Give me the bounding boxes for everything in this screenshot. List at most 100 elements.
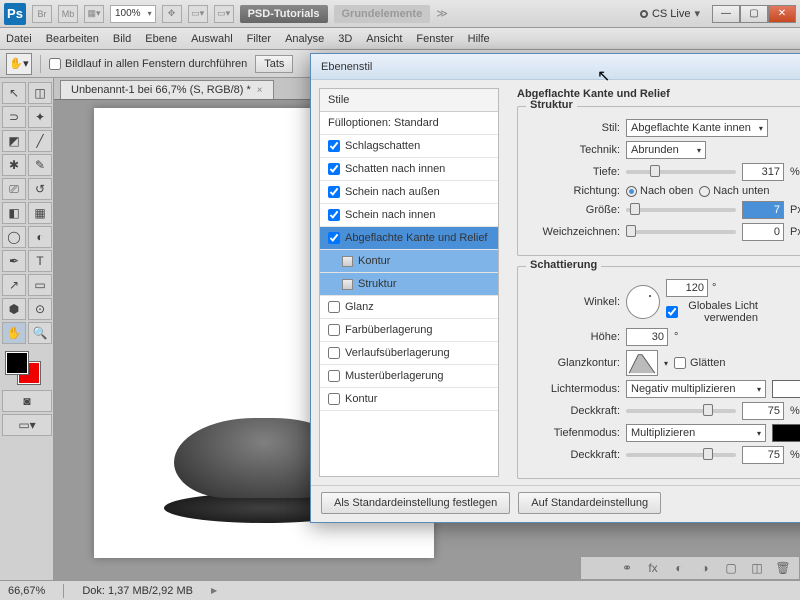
richtung-down-radio[interactable]: Nach unten (699, 185, 769, 197)
type-tool-icon[interactable]: T (28, 250, 52, 272)
history-tool-icon[interactable]: ↺ (28, 178, 52, 200)
psd-tutorials-button[interactable]: PSD-Tutorials (240, 5, 328, 23)
hand-icon[interactable]: ✥ (162, 5, 182, 23)
move-tool-icon[interactable]: ↖ (2, 82, 26, 104)
new-layer-icon[interactable]: ◫ (749, 561, 765, 575)
scroll-all-checkbox[interactable]: Bildlauf in allen Fenstern durchführen (49, 58, 247, 70)
grundelemente-button[interactable]: Grundelemente (334, 5, 431, 23)
menu-3d[interactable]: 3D (338, 33, 352, 45)
style-bevel-emboss[interactable]: Abgeflachte Kante und Relief (320, 227, 498, 250)
style-pattern-overlay[interactable]: Musterüberlagerung (320, 365, 498, 388)
menu-ebene[interactable]: Ebene (145, 33, 177, 45)
menu-ansicht[interactable]: Ansicht (366, 33, 402, 45)
crop-tool-icon[interactable]: ◩ (2, 130, 26, 152)
blur-tool-icon[interactable]: ◯ (2, 226, 26, 248)
path-tool-icon[interactable]: ↗ (2, 274, 26, 296)
style-drop-shadow[interactable]: Schlagschatten (320, 135, 498, 158)
richtung-up-radio[interactable]: Nach oben (626, 185, 693, 197)
quickmask-icon[interactable]: ◙ (2, 390, 52, 412)
minimize-button[interactable]: — (712, 5, 740, 23)
contour-picker[interactable] (626, 350, 658, 376)
technik-select[interactable]: Abrunden (626, 141, 706, 159)
menu-datei[interactable]: Datei (6, 33, 32, 45)
menu-analyse[interactable]: Analyse (285, 33, 324, 45)
document-tab[interactable]: Unbenannt-1 bei 66,7% (S, RGB/8) *× (60, 80, 274, 99)
zoom-tool-icon[interactable]: 🔍 (28, 322, 52, 344)
tiefenmodus-select[interactable]: Multiplizieren (626, 424, 766, 442)
close-button[interactable]: ✕ (768, 5, 796, 23)
docs-icon[interactable]: ▭▾ (188, 5, 208, 23)
style-contour[interactable]: Kontur (320, 250, 498, 273)
brush-tool-icon[interactable]: ✎ (28, 154, 52, 176)
angle-dial[interactable] (626, 285, 660, 319)
global-light-checkbox[interactable]: Globales Licht verwenden (666, 300, 758, 324)
zoom-select[interactable]: 100% (110, 5, 156, 23)
stamp-tool-icon[interactable]: ⎚ (2, 178, 26, 200)
groesse-input[interactable] (742, 201, 784, 219)
color-swatches[interactable] (2, 350, 52, 388)
view-icon[interactable]: ▦▾ (84, 5, 104, 23)
style-texture[interactable]: Struktur (320, 273, 498, 296)
set-default-button[interactable]: Als Standardeinstellung festlegen (321, 492, 510, 514)
wand-tool-icon[interactable]: ✦ (28, 106, 52, 128)
minibridge-icon[interactable]: Mb (58, 5, 78, 23)
weich-slider[interactable] (626, 230, 736, 234)
lichtmodus-select[interactable]: Negativ multiplizieren (626, 380, 766, 398)
hoehe-input[interactable] (626, 328, 668, 346)
screenmode-icon[interactable]: ▭▾ (2, 414, 52, 436)
style-color-overlay[interactable]: Farbüberlagerung (320, 319, 498, 342)
stil-select[interactable]: Abgeflachte Kante innen (626, 119, 768, 137)
fx-icon[interactable]: fx (645, 561, 661, 575)
groesse-slider[interactable] (626, 208, 736, 212)
style-satin[interactable]: Glanz (320, 296, 498, 319)
winkel-input[interactable] (666, 279, 708, 297)
gradient-tool-icon[interactable]: ▦ (28, 202, 52, 224)
dialog-titlebar[interactable]: Ebenenstil (311, 54, 800, 80)
style-outer-glow[interactable]: Schein nach außen (320, 181, 498, 204)
hand-tool-icon[interactable]: ✋▾ (6, 53, 32, 75)
close-tab-icon[interactable]: × (257, 85, 263, 96)
menu-filter[interactable]: Filter (247, 33, 271, 45)
more-arrows-icon[interactable]: ≫ (436, 7, 448, 20)
pen-tool-icon[interactable]: ✒ (2, 250, 26, 272)
highlight-color[interactable] (772, 380, 800, 398)
shadow-color[interactable] (772, 424, 800, 442)
weich-input[interactable] (742, 223, 784, 241)
deck2-input[interactable] (742, 446, 784, 464)
deck1-input[interactable] (742, 402, 784, 420)
style-inner-glow[interactable]: Schein nach innen (320, 204, 498, 227)
style-stroke[interactable]: Kontur (320, 388, 498, 411)
style-inner-shadow[interactable]: Schatten nach innen (320, 158, 498, 181)
link-icon[interactable]: ⚭ (619, 561, 635, 575)
deck2-slider[interactable] (626, 453, 736, 457)
mask-icon[interactable]: ◐ (671, 561, 687, 575)
hand-tool-icon[interactable]: ✋ (2, 322, 26, 344)
menu-bearbeiten[interactable]: Bearbeiten (46, 33, 99, 45)
status-zoom[interactable]: 66,67% (8, 585, 45, 597)
maximize-button[interactable]: ▢ (740, 5, 768, 23)
heal-tool-icon[interactable]: ✱ (2, 154, 26, 176)
tiefe-slider[interactable] (626, 170, 736, 174)
lasso-tool-icon[interactable]: ⊃ (2, 106, 26, 128)
eyedropper-tool-icon[interactable]: ╱ (28, 130, 52, 152)
folder-icon[interactable]: ▢ (723, 561, 739, 575)
cs-live[interactable]: CS Live ▾ (640, 7, 700, 20)
menu-bild[interactable]: Bild (113, 33, 131, 45)
menu-auswahl[interactable]: Auswahl (191, 33, 233, 45)
menu-hilfe[interactable]: Hilfe (468, 33, 490, 45)
reset-default-button[interactable]: Auf Standardeinstellung (518, 492, 661, 514)
glaetten-checkbox[interactable]: Glätten (674, 357, 766, 369)
adjust-icon[interactable]: ◑ (697, 561, 713, 575)
camera-tool-icon[interactable]: ⊙ (28, 298, 52, 320)
trash-icon[interactable]: 🗑 (775, 561, 791, 575)
shape-tool-icon[interactable]: ▭ (28, 274, 52, 296)
eraser-tool-icon[interactable]: ◧ (2, 202, 26, 224)
style-blend-options[interactable]: Fülloptionen: Standard (320, 112, 498, 135)
marquee-tool-icon[interactable]: ◫ (28, 82, 52, 104)
screen-icon[interactable]: ▭▾ (214, 5, 234, 23)
3d-tool-icon[interactable]: ⬢ (2, 298, 26, 320)
style-gradient-overlay[interactable]: Verlaufsüberlagerung (320, 342, 498, 365)
tiefe-input[interactable] (742, 163, 784, 181)
tats-button[interactable]: Tats (255, 55, 293, 73)
menu-fenster[interactable]: Fenster (416, 33, 453, 45)
